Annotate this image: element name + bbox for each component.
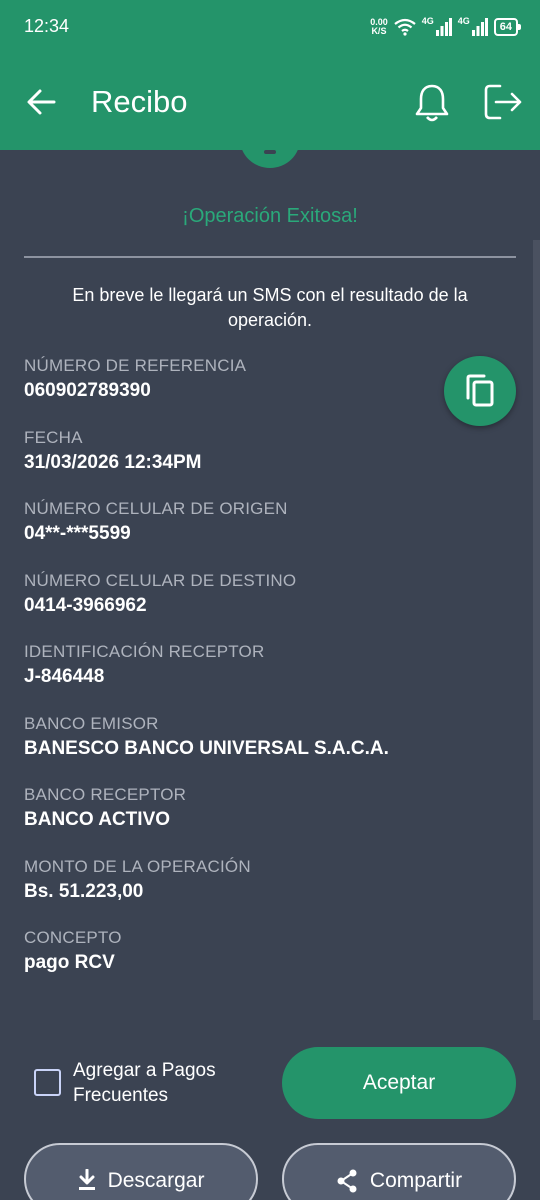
- signal2-label: 4G: [457, 16, 470, 26]
- accept-button[interactable]: Aceptar: [282, 1047, 516, 1119]
- field-destination-phone: NÚMERO CELULAR DE DESTINO 0414-3966962: [24, 571, 296, 617]
- field-label: NÚMERO DE REFERENCIA: [24, 356, 247, 375]
- status-icons: 0.00 K/S 4G 4G 64: [370, 14, 522, 40]
- field-value: 0414-3966962: [24, 595, 147, 616]
- field-label: NÚMERO CELULAR DE DESTINO: [24, 571, 297, 590]
- field-concept: CONCEPTO pago RCV: [24, 928, 122, 974]
- signal-icon: [471, 18, 488, 36]
- field-date: FECHA 31/03/2026 12:34PM: [24, 428, 201, 474]
- download-icon: [78, 1169, 95, 1190]
- field-amount: MONTO DE LA OPERACIÓN Bs. 51.223,00: [24, 857, 251, 903]
- field-label: MONTO DE LA OPERACIÓN: [24, 857, 251, 876]
- sms-notice: En breve le llegará un SMS con el result…: [72, 285, 468, 330]
- logout-icon[interactable]: [482, 82, 524, 122]
- frequent-payments-label: Agregar a Pagos Frecuentes: [73, 1060, 216, 1106]
- share-icon: [337, 1169, 357, 1193]
- field-receiver-id: IDENTIFICACIÓN RECEPTOR J-846448: [24, 642, 264, 688]
- field-label: NÚMERO CELULAR DE ORIGEN: [24, 499, 288, 518]
- scrollbar-track[interactable]: [533, 240, 540, 1020]
- field-value: Bs. 51.223,00: [24, 881, 144, 902]
- field-label: BANCO EMISOR: [24, 714, 159, 733]
- share-label: Compartir: [369, 1169, 463, 1192]
- field-value: 04**-***5599: [24, 523, 131, 544]
- field-value: J-846448: [24, 666, 105, 687]
- field-reference: NÚMERO DE REFERENCIA 060902789390: [24, 356, 246, 402]
- status-time: 12:34: [24, 16, 70, 36]
- download-label: Descargar: [107, 1169, 205, 1192]
- bell-icon[interactable]: [412, 82, 452, 124]
- copy-reference-button[interactable]: [444, 356, 516, 426]
- signal-icon: [435, 18, 452, 36]
- field-value: pago RCV: [24, 952, 115, 973]
- back-arrow-icon[interactable]: [24, 84, 60, 120]
- download-button[interactable]: Descargar: [24, 1143, 258, 1200]
- frequent-payments-checkbox[interactable]: [34, 1069, 61, 1096]
- field-value: 060902789390: [24, 380, 151, 401]
- battery-icon: 64: [493, 18, 522, 36]
- status-bar: 12:34 0.00 K/S 4G 4G 64: [0, 0, 540, 56]
- field-value: 31/03/2026 12:34PM: [24, 452, 202, 473]
- frequent-payments-option[interactable]: Agregar a Pagos Frecuentes: [34, 1058, 263, 1108]
- net-speed-unit: K/S: [371, 26, 387, 36]
- field-value: BANESCO BANCO UNIVERSAL S.A.C.A.: [24, 738, 389, 759]
- field-label: BANCO RECEPTOR: [24, 785, 187, 804]
- field-value: BANCO ACTIVO: [24, 809, 171, 830]
- field-label: FECHA: [24, 428, 83, 447]
- field-label: IDENTIFICACIÓN RECEPTOR: [24, 642, 265, 661]
- app-bar: Recibo: [0, 56, 540, 150]
- page-title: Recibo: [91, 84, 188, 119]
- net-speed: 0.00 K/S: [370, 18, 388, 36]
- field-label: CONCEPTO: [24, 928, 122, 947]
- divider: [24, 256, 516, 258]
- copy-icon: [466, 374, 494, 407]
- share-button[interactable]: Compartir: [282, 1143, 516, 1200]
- wifi-icon: [394, 18, 416, 36]
- success-message: ¡Operación Exitosa!: [182, 205, 358, 227]
- field-origin-phone: NÚMERO CELULAR DE ORIGEN 04**-***5599: [24, 499, 288, 545]
- signal1-label: 4G: [421, 16, 434, 26]
- field-issuing-bank: BANCO EMISOR BANESCO BANCO UNIVERSAL S.A…: [24, 714, 389, 760]
- field-receiving-bank: BANCO RECEPTOR BANCO ACTIVO: [24, 785, 186, 831]
